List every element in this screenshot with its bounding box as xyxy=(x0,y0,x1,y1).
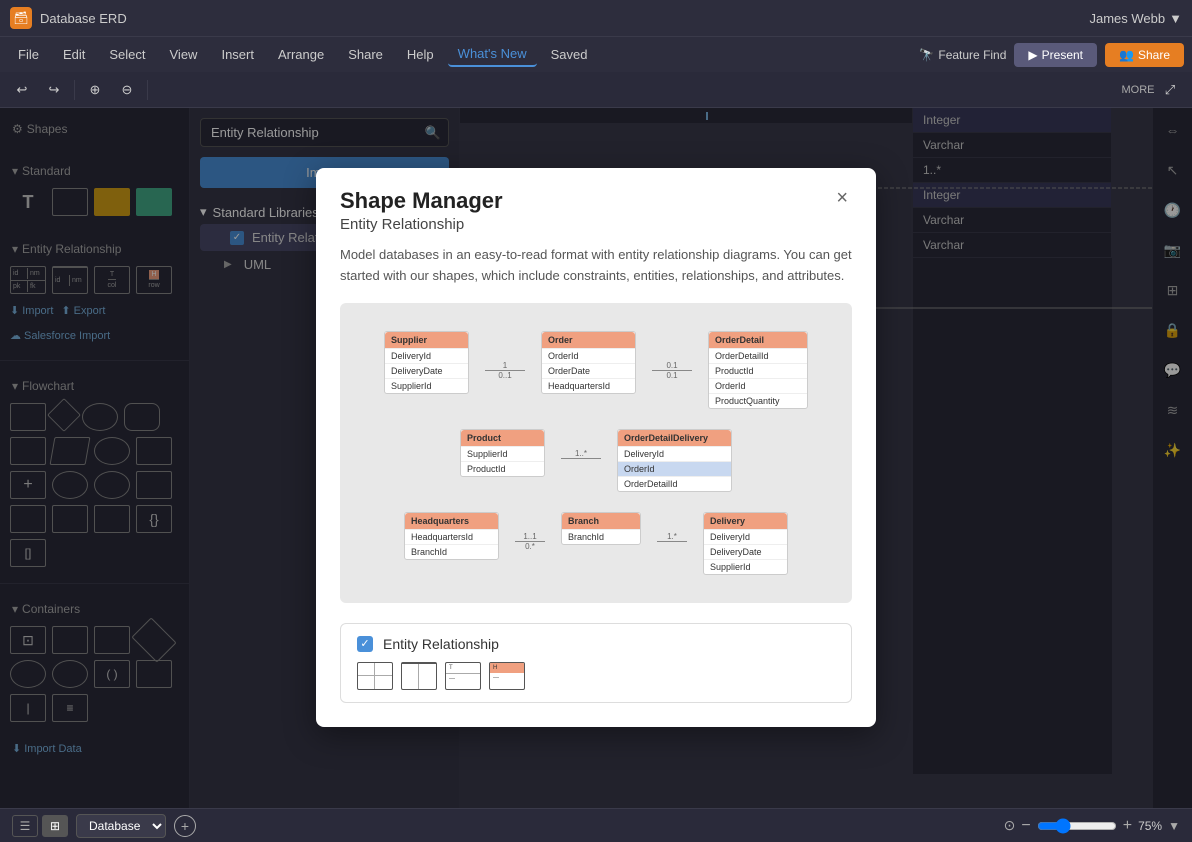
zoom-slider[interactable] xyxy=(1037,818,1117,834)
share-button[interactable]: 👥 Share xyxy=(1105,43,1184,67)
modal-shape-1 xyxy=(357,662,393,690)
titlebar-left: 🗃 Database ERD xyxy=(10,7,127,29)
zoom-in-button[interactable]: + xyxy=(1123,817,1132,835)
feature-find[interactable]: 🔭 Feature Find xyxy=(919,48,1006,62)
toolbar-undo[interactable]: ↩ xyxy=(8,77,36,103)
zoom-chevron-icon: ▼ xyxy=(1168,819,1180,833)
modal-shape-4: H — xyxy=(489,662,525,690)
database-select[interactable]: Database xyxy=(76,814,166,838)
modal-description: Model databases in an easy-to-read forma… xyxy=(316,245,876,303)
fit-icon: ⊙ xyxy=(1004,817,1016,834)
grid-view-button[interactable]: ⊞ xyxy=(42,815,68,837)
modal-header: Shape Manager Entity Relationship × xyxy=(316,168,876,245)
modal-title: Shape Manager xyxy=(340,188,503,214)
modal-library-row: ✓ Entity Relationship xyxy=(357,636,835,652)
zoom-out-button[interactable]: − xyxy=(1021,817,1030,835)
present-button[interactable]: ▶ Present xyxy=(1014,43,1097,67)
menu-edit[interactable]: Edit xyxy=(53,43,95,66)
toolbar-sep-1 xyxy=(74,80,75,100)
view-toggle: ☰ ⊞ xyxy=(12,815,68,837)
toolbar-zoom-in[interactable]: ⊕ xyxy=(81,77,109,103)
erd-table-orderdetaildelivery: OrderDetailDelivery DeliveryId OrderId O… xyxy=(617,429,732,492)
erd-table-supplier: Supplier DeliveryId DeliveryDate Supplie… xyxy=(384,331,469,394)
zoom-label: 75% xyxy=(1138,819,1162,833)
toolbar-zoom-out[interactable]: ⊖ xyxy=(113,77,141,103)
zoom-controls: ⊙ − + 75% ▼ xyxy=(1004,817,1180,835)
menubar-right: 🔭 Feature Find ▶ Present 👥 Share xyxy=(919,43,1184,67)
erd-table-order: Order OrderId OrderDate HeadquartersId xyxy=(541,331,636,394)
modal-lib-label: Entity Relationship xyxy=(383,636,499,652)
app-icon: 🗃 xyxy=(10,7,32,29)
menu-help[interactable]: Help xyxy=(397,43,444,66)
erd-table-orderdetail: OrderDetail OrderDetailId ProductId Orde… xyxy=(708,331,808,409)
erd-row-1: Supplier DeliveryId DeliveryDate Supplie… xyxy=(356,331,836,409)
toolbar-sep-2 xyxy=(147,80,148,100)
modal-overlay[interactable]: Shape Manager Entity Relationship × Mode… xyxy=(0,108,1192,808)
modal-preview: Supplier DeliveryId DeliveryDate Supplie… xyxy=(340,303,852,603)
erd-table-headquarters: Headquarters HeadquartersId BranchId xyxy=(404,512,499,560)
modal-shape-2 xyxy=(401,662,437,690)
erd-table-delivery: Delivery DeliveryId DeliveryDate Supplie… xyxy=(703,512,788,575)
menu-view[interactable]: View xyxy=(160,43,208,66)
modal-subtitle: Entity Relationship xyxy=(340,216,503,233)
share-icon: 👥 xyxy=(1119,48,1134,62)
main-area: ⚙ Shapes ▾ Standard T ▾ Entity Relations… xyxy=(0,108,1192,808)
erd-table-product: Product SupplierId ProductId xyxy=(460,429,545,477)
play-icon: ▶ xyxy=(1028,48,1037,62)
modal-shape-3: T — xyxy=(445,662,481,690)
menu-select[interactable]: Select xyxy=(99,43,155,66)
shape-manager-modal: Shape Manager Entity Relationship × Mode… xyxy=(316,168,876,727)
add-diagram-button[interactable]: + xyxy=(174,815,196,837)
menu-file[interactable]: File xyxy=(8,43,49,66)
modal-library-section: ✓ Entity Relationship xyxy=(340,623,852,703)
list-view-button[interactable]: ☰ xyxy=(12,815,38,837)
binoculars-icon: 🔭 xyxy=(919,48,934,62)
toolbar-expand[interactable]: ⤢ xyxy=(1156,77,1184,103)
user-name: James Webb ▼ xyxy=(1089,11,1182,26)
app-title: Database ERD xyxy=(40,11,127,26)
toolbar-more[interactable]: MORE xyxy=(1124,77,1152,103)
toolbar-redo[interactable]: ↪ xyxy=(40,77,68,103)
modal-close-button[interactable]: × xyxy=(832,188,852,208)
menu-arrange[interactable]: Arrange xyxy=(268,43,334,66)
menu-insert[interactable]: Insert xyxy=(211,43,264,66)
toolbar: ↩ ↪ ⊕ ⊖ MORE ⤢ xyxy=(0,72,1192,108)
erd-row-2: Product SupplierId ProductId 1..* OrderD… xyxy=(356,429,836,492)
modal-shapes-row: T — H — xyxy=(357,662,835,690)
modal-title-group: Shape Manager Entity Relationship xyxy=(340,188,503,233)
app-icon-symbol: 🗃 xyxy=(13,11,28,25)
erd-row-3: Headquarters HeadquartersId BranchId 1..… xyxy=(356,512,836,575)
bottombar: ☰ ⊞ Database + ⊙ − + 75% ▼ xyxy=(0,808,1192,842)
titlebar: 🗃 Database ERD James Webb ▼ xyxy=(0,0,1192,36)
menubar: File Edit Select View Insert Arrange Sha… xyxy=(0,36,1192,72)
erd-table-branch: Branch BranchId xyxy=(561,512,641,545)
menu-saved[interactable]: Saved xyxy=(541,43,598,66)
modal-lib-checkbox[interactable]: ✓ xyxy=(357,636,373,652)
menu-share[interactable]: Share xyxy=(338,43,393,66)
menu-whats-new[interactable]: What's New xyxy=(448,42,537,67)
erd-preview-content: Supplier DeliveryId DeliveryDate Supplie… xyxy=(356,331,836,575)
